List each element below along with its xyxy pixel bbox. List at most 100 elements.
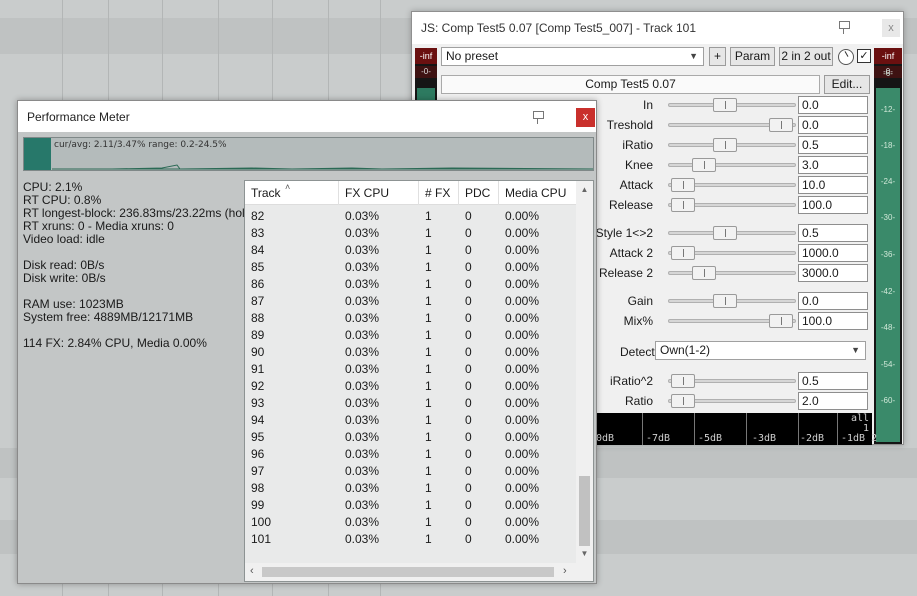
slider-thumb[interactable] <box>713 98 737 112</box>
meter-level-label: -48- <box>880 323 896 332</box>
scroll-thumb[interactable] <box>579 476 590 546</box>
table-row[interactable]: 83 0.03% 1 0 0.00% <box>245 225 577 242</box>
param-slider[interactable] <box>668 178 796 192</box>
scroll-down-icon[interactable]: ▼ <box>576 549 593 558</box>
param-label: Style 1<>2 <box>595 226 653 240</box>
table-row[interactable]: 100 0.03% 1 0 0.00% <box>245 514 577 531</box>
param-slider[interactable] <box>668 266 796 280</box>
param-slider[interactable] <box>668 394 796 408</box>
param-value-field[interactable]: 2.0 <box>798 392 868 410</box>
param-slider[interactable] <box>668 198 796 212</box>
table-cell: 1 <box>425 532 432 546</box>
param-value-field[interactable]: 100.0 <box>798 196 868 214</box>
table-cell: 94 <box>251 413 265 427</box>
column-header[interactable]: Media CPU <box>499 181 577 205</box>
slider-thumb[interactable] <box>671 394 695 408</box>
table-row[interactable]: 87 0.03% 1 0 0.00% <box>245 293 577 310</box>
slider-thumb[interactable] <box>671 246 695 260</box>
table-cell: 0 <box>465 447 472 461</box>
param-slider[interactable] <box>668 374 796 388</box>
param-slider[interactable] <box>668 246 796 260</box>
param-value-field[interactable]: 0.5 <box>798 372 868 390</box>
table-row[interactable]: 96 0.03% 1 0 0.00% <box>245 446 577 463</box>
table-cell: 0.03% <box>345 209 380 223</box>
detect-dropdown[interactable]: Own(1-2) ▼ <box>655 341 866 360</box>
table-row[interactable]: 93 0.03% 1 0 0.00% <box>245 395 577 412</box>
scroll-up-icon[interactable]: ▲ <box>576 185 593 194</box>
param-slider[interactable] <box>668 294 796 308</box>
table-row[interactable]: 85 0.03% 1 0 0.00% <box>245 259 577 276</box>
scroll-thumb[interactable] <box>262 567 554 577</box>
perf-window-title: Performance Meter <box>27 110 130 124</box>
table-row[interactable]: 91 0.03% 1 0 0.00% <box>245 361 577 378</box>
param-value-field[interactable]: 0.0 <box>798 116 868 134</box>
table-row[interactable]: 94 0.03% 1 0 0.00% <box>245 412 577 429</box>
table-row[interactable]: 88 0.03% 1 0 0.00% <box>245 310 577 327</box>
table-cell: 1 <box>425 345 432 359</box>
table-cell: 0.00% <box>505 379 540 393</box>
table-cell: 0.00% <box>505 311 540 325</box>
table-row[interactable]: 98 0.03% 1 0 0.00% <box>245 480 577 497</box>
param-value-field[interactable]: 100.0 <box>798 312 868 330</box>
close-icon[interactable]: x <box>882 19 900 37</box>
param-value-field[interactable]: 0.0 <box>798 96 868 114</box>
param-value-field[interactable]: 0.5 <box>798 224 868 242</box>
param-value-field[interactable]: 0.5 <box>798 136 868 154</box>
param-value-field[interactable]: 3000.0 <box>798 264 868 282</box>
param-value-field[interactable]: 0.0 <box>798 292 868 310</box>
table-cell: 87 <box>251 294 265 308</box>
vertical-scrollbar[interactable]: ▲ ▼ <box>576 181 593 563</box>
table-row[interactable]: 90 0.03% 1 0 0.00% <box>245 344 577 361</box>
slider-thumb[interactable] <box>769 118 793 132</box>
table-row[interactable]: 95 0.03% 1 0 0.00% <box>245 429 577 446</box>
table-row[interactable]: 86 0.03% 1 0 0.00% <box>245 276 577 293</box>
table-cell: 98 <box>251 481 265 495</box>
table-cell: 1 <box>425 328 432 342</box>
close-icon[interactable]: x <box>576 108 595 127</box>
slider-thumb[interactable] <box>671 374 695 388</box>
scroll-right-icon[interactable]: › <box>563 565 567 577</box>
table-cell: 0.00% <box>505 447 540 461</box>
table-cell: 0 <box>465 226 472 240</box>
param-value-field[interactable]: 1000.0 <box>798 244 868 262</box>
pin-icon[interactable] <box>530 109 546 125</box>
scale-divider <box>798 413 799 445</box>
table-cell: 0.03% <box>345 311 380 325</box>
table-cell: 1 <box>425 447 432 461</box>
table-row[interactable]: 99 0.03% 1 0 0.00% <box>245 497 577 514</box>
slider-thumb[interactable] <box>692 266 716 280</box>
slider-thumb[interactable] <box>713 226 737 240</box>
table-row[interactable]: 82 0.03% 1 0 0.00% <box>245 208 577 225</box>
param-value-field[interactable]: 10.0 <box>798 176 868 194</box>
table-row[interactable]: 89 0.03% 1 0 0.00% <box>245 327 577 344</box>
perf-titlebar[interactable]: Performance Meter x <box>18 101 596 132</box>
slider-thumb[interactable] <box>713 294 737 308</box>
param-slider[interactable] <box>668 226 796 240</box>
table-cell: 85 <box>251 260 265 274</box>
param-slider[interactable] <box>668 118 796 132</box>
scroll-left-icon[interactable]: ‹ <box>250 565 254 577</box>
slider-thumb[interactable] <box>769 314 793 328</box>
param-value-field[interactable]: 3.0 <box>798 156 868 174</box>
slider-thumb[interactable] <box>692 158 716 172</box>
slider-thumb[interactable] <box>713 138 737 152</box>
table-row[interactable]: 84 0.03% 1 0 0.00% <box>245 242 577 259</box>
param-slider[interactable] <box>668 158 796 172</box>
column-header[interactable]: FX CPU <box>339 181 419 205</box>
table-row[interactable]: 92 0.03% 1 0 0.00% <box>245 378 577 395</box>
table-row[interactable]: 101 0.03% 1 0 0.00% <box>245 531 577 548</box>
param-slider[interactable] <box>668 98 796 112</box>
meter-level-label: -18- <box>880 141 896 150</box>
slider-thumb[interactable] <box>671 178 695 192</box>
table-cell: 0.03% <box>345 379 380 393</box>
table-row[interactable]: 97 0.03% 1 0 0.00% <box>245 463 577 480</box>
column-header[interactable]: Track ˄ <box>245 181 339 205</box>
column-header[interactable]: # FX <box>419 181 459 205</box>
table-cell: 0.03% <box>345 226 380 240</box>
slider-thumb[interactable] <box>671 198 695 212</box>
column-header[interactable]: PDC <box>459 181 499 205</box>
param-slider[interactable] <box>668 314 796 328</box>
horizontal-scrollbar[interactable]: ‹ › <box>245 563 593 581</box>
param-slider[interactable] <box>668 138 796 152</box>
meter-peak: -inf <box>874 48 902 64</box>
